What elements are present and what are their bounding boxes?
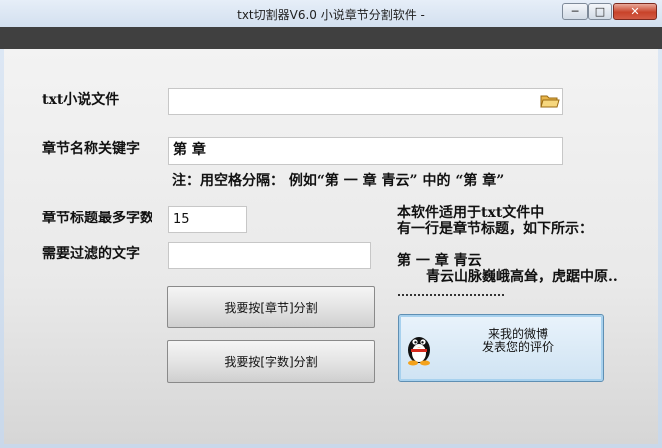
weibo-button-text: 来我的微博 发表您的评价 <box>433 328 603 354</box>
title-bar[interactable]: txt切割器V6.0 小说章节分割软件 - ─ □ ✕ <box>0 0 662 27</box>
minimize-icon: ─ <box>571 5 579 18</box>
split-by-chapter-button[interactable]: 我要按[章节]分割 <box>167 286 375 328</box>
split-by-count-label: 我要按[字数]分割 <box>224 355 318 369</box>
file-label: txt小说文件 <box>42 92 120 108</box>
filter-text-input[interactable] <box>168 242 371 269</box>
toolbar-strip <box>0 27 662 49</box>
close-button[interactable]: ✕ <box>613 3 657 20</box>
weibo-feedback-button[interactable]: 来我的微博 发表您的评价 <box>398 314 604 382</box>
max-length-label: 章节标题最多字数 <box>42 211 152 226</box>
filter-label: 需要过滤的文字 <box>42 246 140 262</box>
qq-penguin-icon <box>408 337 430 366</box>
split-by-chapter-label: 我要按[章节]分割 <box>224 300 318 315</box>
minimize-button[interactable]: ─ <box>562 3 588 20</box>
split-by-count-button[interactable]: 我要按[字数]分割 <box>167 340 375 383</box>
app-window: txt切割器V6.0 小说章节分割软件 - ─ □ ✕ txt小说文件 章节名称… <box>0 0 662 448</box>
keyword-hint: 注：用空格分隔： 例如“第 一 章 青云” 中的 “第 章” <box>172 173 505 189</box>
maximize-button[interactable]: □ <box>588 3 612 20</box>
folder-open-icon[interactable] <box>540 93 560 109</box>
example-ellipsis <box>398 294 504 296</box>
maximize-icon: □ <box>594 5 606 18</box>
close-icon: ✕ <box>630 5 640 18</box>
max-title-length-input[interactable]: 15 <box>168 206 247 233</box>
chapter-keyword-input[interactable]: 第 章 <box>168 137 563 165</box>
example-chapter-body: 青云山脉巍峨高耸，虎踞中原.. <box>426 269 618 285</box>
example-chapter-title: 第 一 章 青云 <box>397 253 482 269</box>
info-line-1: 本软件适用于txt文件中 <box>397 205 545 221</box>
weibo-line-2: 发表您的评价 <box>481 340 554 354</box>
info-line-2: 有一行是章节标题，如下所示： <box>397 221 593 237</box>
file-path-input[interactable] <box>168 88 563 115</box>
keyword-label: 章节名称关键字 <box>42 141 140 157</box>
